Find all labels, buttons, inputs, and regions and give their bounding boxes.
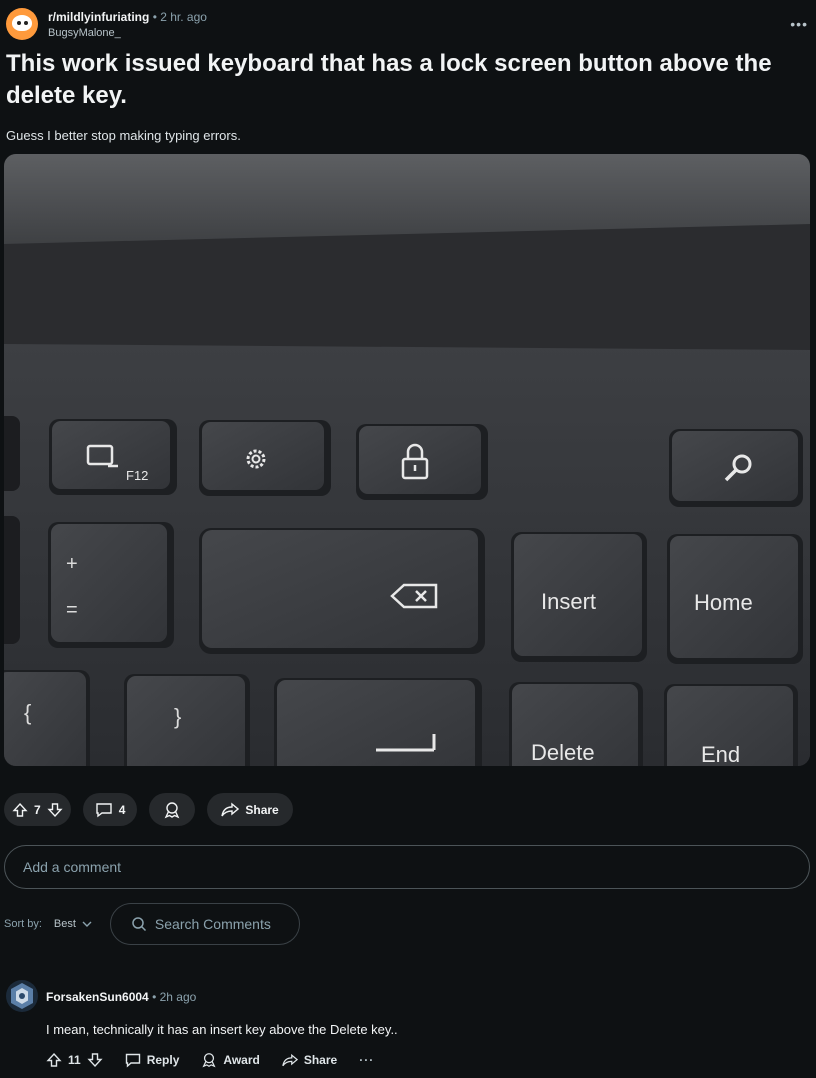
post-author[interactable]: BugsyMalone_ bbox=[48, 26, 207, 40]
key-delete-label: Delete bbox=[531, 740, 595, 765]
key-home-label: Home bbox=[694, 590, 753, 615]
key-equals-label: = bbox=[66, 599, 78, 621]
comment-count: 4 bbox=[118, 802, 126, 817]
comment-icon bbox=[95, 802, 112, 817]
subreddit-avatar[interactable] bbox=[6, 8, 38, 40]
award-button[interactable] bbox=[149, 793, 196, 826]
share-icon bbox=[221, 802, 240, 816]
key-insert-label: Insert bbox=[541, 589, 596, 614]
post-meta: r/mildlyinfuriating • 2 hr. ago BugsyMal… bbox=[48, 10, 207, 40]
sort-value: Best bbox=[53, 918, 76, 930]
comment-share-button[interactable]: Share bbox=[282, 1053, 337, 1068]
post-header: r/mildlyinfuriating • 2 hr. ago BugsyMal… bbox=[4, 6, 812, 46]
key-brace-close-label: } bbox=[174, 704, 181, 729]
award-label: Award bbox=[223, 1053, 260, 1067]
search-comments-placeholder: Search Comments bbox=[154, 916, 271, 932]
comment-author[interactable]: ForsakenSun6004 bbox=[46, 990, 149, 1004]
post-action-bar: 7 4 Share bbox=[4, 793, 293, 827]
key-f12-label: F12 bbox=[126, 468, 148, 483]
key-end-label: End bbox=[701, 742, 740, 766]
key-plus-label: + bbox=[66, 553, 78, 575]
award-icon bbox=[202, 1053, 216, 1068]
comment-time: • 2h ago bbox=[152, 990, 197, 1004]
post-vote-count: 7 bbox=[34, 802, 41, 817]
post-time: • 2 hr. ago bbox=[152, 10, 207, 24]
comment-actions: 11 Reply Award Share ··· bbox=[46, 1052, 396, 1068]
comment-more-button[interactable]: ··· bbox=[359, 1053, 374, 1067]
reply-icon bbox=[125, 1053, 140, 1068]
sort-dropdown[interactable]: Best bbox=[54, 918, 92, 930]
share-button[interactable]: Share bbox=[207, 793, 293, 826]
share-icon bbox=[282, 1053, 298, 1066]
post-body-text: Guess I better stop making typing errors… bbox=[6, 128, 241, 143]
upvote-icon[interactable] bbox=[46, 1052, 62, 1068]
search-icon bbox=[132, 917, 146, 932]
downvote-icon[interactable] bbox=[47, 802, 63, 818]
chevron-down-icon bbox=[82, 921, 92, 927]
search-comments-input[interactable]: Search Comments bbox=[109, 903, 300, 945]
reply-label: Reply bbox=[146, 1053, 180, 1067]
comment-share-label: Share bbox=[303, 1053, 338, 1067]
comment-award-button[interactable]: Award bbox=[201, 1052, 260, 1068]
post-overflow-menu-button[interactable]: ••• bbox=[790, 16, 808, 32]
comments-button[interactable]: 4 bbox=[82, 793, 138, 826]
comment-vote-count: 11 bbox=[68, 1053, 81, 1067]
subreddit-link[interactable]: r/mildlyinfuriating bbox=[48, 10, 149, 24]
comment-sort-row: Sort by: Best Search Comments bbox=[4, 903, 300, 945]
award-icon bbox=[164, 801, 180, 818]
upvote-icon[interactable] bbox=[12, 802, 28, 818]
comment-vote: 11 bbox=[46, 1052, 103, 1068]
post-title: This work issued keyboard that has a loc… bbox=[6, 50, 772, 109]
sort-label: Sort by: bbox=[4, 918, 42, 930]
vote-pill: 7 bbox=[4, 793, 71, 826]
keyboard-photo: F12 + = Insert Home {} Delete End bbox=[4, 154, 810, 766]
add-comment-input[interactable]: Add a comment bbox=[4, 845, 810, 889]
key-brace-open-label: { bbox=[24, 700, 31, 725]
comment-meta: ForsakenSun6004 • 2h ago bbox=[46, 990, 196, 1004]
share-label: Share bbox=[245, 802, 279, 817]
post-image[interactable]: F12 + = Insert Home {} Delete End bbox=[4, 154, 810, 766]
comment-text: I mean, technically it has an insert key… bbox=[46, 1022, 398, 1037]
reply-button[interactable]: Reply bbox=[125, 1053, 180, 1068]
downvote-icon[interactable] bbox=[87, 1052, 103, 1068]
commenter-avatar[interactable] bbox=[6, 980, 38, 1012]
